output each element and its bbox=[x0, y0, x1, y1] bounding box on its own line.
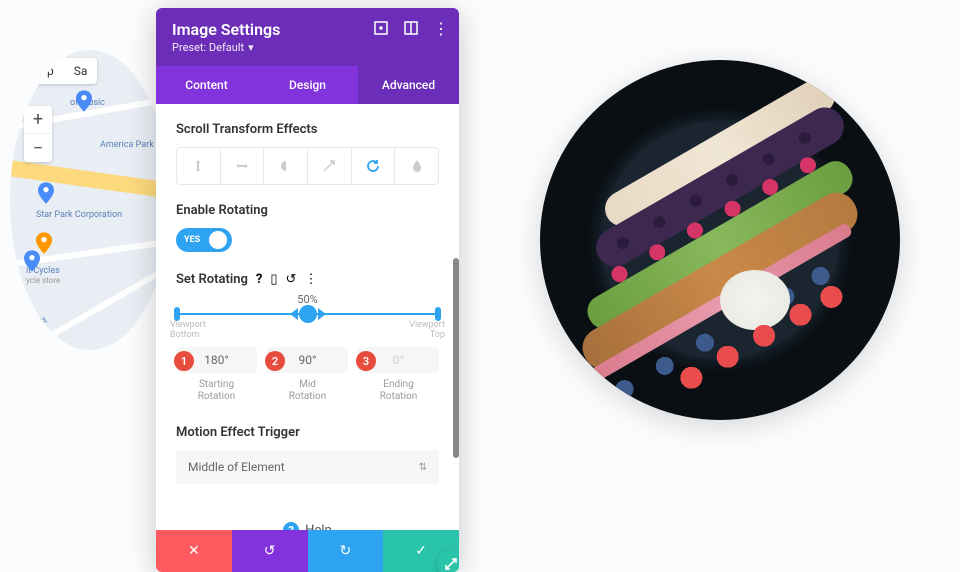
expand-button[interactable] bbox=[437, 550, 459, 572]
preset-label: Preset: Default bbox=[172, 41, 244, 54]
slider-handle-left[interactable] bbox=[174, 307, 180, 321]
mid-rotation-label: MidRotation bbox=[267, 379, 348, 403]
scrollbar-thumb[interactable] bbox=[453, 258, 459, 458]
food-bowl-image bbox=[540, 60, 900, 420]
zoom-in-button[interactable]: + bbox=[24, 106, 52, 134]
ending-rotation-label: EndingRotation bbox=[358, 379, 439, 403]
motion-trigger-select[interactable]: Middle of Element ⇅ bbox=[176, 450, 439, 484]
rotation-slider[interactable]: 50% ViewportBottom ViewportTop bbox=[176, 313, 439, 315]
help-text: Help bbox=[305, 523, 332, 531]
map-pin-icon bbox=[38, 182, 54, 204]
map-tab-satellite[interactable]: Sa bbox=[64, 58, 98, 84]
device-icon[interactable]: ▯ bbox=[270, 272, 277, 287]
help-icon[interactable]: ? bbox=[256, 272, 262, 287]
badge-2: 2 bbox=[265, 351, 285, 371]
panel-footer: ✕ ↺ ↻ ✓ bbox=[156, 530, 459, 572]
map-pin-icon bbox=[24, 250, 40, 272]
map-pin-icon bbox=[76, 90, 92, 112]
slider-left-label: ViewportBottom bbox=[170, 321, 206, 341]
map-type-tabs[interactable]: Map Sa bbox=[20, 58, 97, 84]
toggle-knob bbox=[209, 231, 227, 249]
tab-advanced[interactable]: Advanced bbox=[358, 66, 459, 104]
blur-icon[interactable] bbox=[395, 148, 438, 184]
more-options-icon[interactable]: ⋮ bbox=[304, 272, 317, 287]
panel-scrollbar[interactable] bbox=[453, 98, 459, 530]
rotate-icon[interactable] bbox=[352, 148, 396, 184]
fade-icon[interactable] bbox=[264, 148, 308, 184]
effect-icon-row bbox=[176, 147, 439, 185]
tab-content[interactable]: Content bbox=[156, 66, 257, 104]
fullscreen-icon[interactable] bbox=[373, 20, 389, 36]
motion-trigger-label: Motion Effect Trigger bbox=[176, 425, 439, 440]
slider-arrow-left bbox=[290, 308, 298, 320]
cancel-button[interactable]: ✕ bbox=[156, 530, 232, 572]
horizontal-motion-icon[interactable] bbox=[221, 148, 265, 184]
image-settings-panel: Image Settings Preset: Default ▾ ⋮ Conte… bbox=[156, 8, 459, 572]
slider-arrow-right bbox=[318, 308, 326, 320]
vertical-motion-icon[interactable] bbox=[177, 148, 221, 184]
tab-design[interactable]: Design bbox=[257, 66, 358, 104]
trigger-value: Middle of Element bbox=[188, 460, 285, 474]
map-label: ycle store bbox=[26, 276, 60, 285]
help-link[interactable]: ? Help bbox=[176, 522, 439, 530]
scroll-effects-title: Scroll Transform Effects bbox=[176, 122, 439, 137]
settings-tabs: Content Design Advanced bbox=[156, 66, 459, 104]
map-background: of Music America Park Star Park Corporat… bbox=[10, 50, 170, 350]
enable-rotating-label: Enable Rotating bbox=[176, 203, 439, 218]
zoom-out-button[interactable]: − bbox=[24, 134, 52, 162]
select-chevron-icon: ⇅ bbox=[419, 462, 427, 473]
set-rotating-label: Set Rotating bbox=[176, 272, 248, 287]
map-label: Star Park Corporation bbox=[36, 210, 122, 220]
map-zoom-controls: + − bbox=[24, 106, 52, 162]
undo-button[interactable]: ↺ bbox=[232, 530, 308, 572]
scale-icon[interactable] bbox=[308, 148, 352, 184]
slider-handle-right[interactable] bbox=[435, 307, 441, 321]
map-label: America Park bbox=[100, 140, 154, 150]
help-circle-icon: ? bbox=[283, 522, 299, 530]
map-tab-map[interactable]: Map bbox=[20, 58, 64, 84]
starting-rotation-label: StartingRotation bbox=[176, 379, 257, 403]
panel-body: Scroll Transform Effects Enable Rotating… bbox=[156, 104, 459, 530]
rotation-values-grid: 1 180° StartingRotation 2 90° MidRotatio… bbox=[176, 347, 439, 403]
slider-handle-center[interactable] bbox=[299, 305, 317, 323]
preset-dropdown[interactable]: Preset: Default ▾ bbox=[172, 41, 443, 54]
redo-button[interactable]: ↻ bbox=[308, 530, 384, 572]
reset-icon[interactable]: ↺ bbox=[286, 272, 297, 287]
toggle-yes-label: YES bbox=[184, 235, 200, 245]
layout-icon[interactable] bbox=[403, 20, 419, 36]
badge-3: 3 bbox=[356, 351, 376, 371]
chevron-down-icon: ▾ bbox=[248, 41, 254, 54]
more-icon[interactable]: ⋮ bbox=[433, 20, 449, 36]
badge-1: 1 bbox=[174, 351, 194, 371]
slider-right-label: ViewportTop bbox=[409, 321, 445, 341]
panel-header: Image Settings Preset: Default ▾ ⋮ bbox=[156, 8, 459, 66]
enable-rotating-toggle[interactable]: YES bbox=[176, 228, 232, 252]
